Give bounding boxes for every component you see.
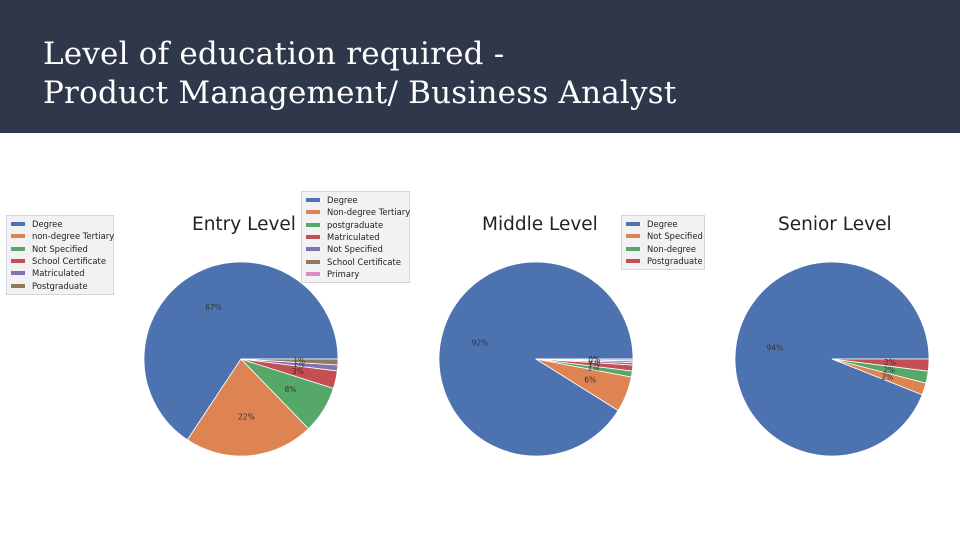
legend-item-school-certificate: School Certificate <box>306 255 404 267</box>
legend-swatch <box>626 234 640 239</box>
middle-chart-title: Middle Level <box>482 214 598 235</box>
legend-item-not-specified: Not Specified <box>306 243 404 255</box>
slice-label-non-degree-tertiary: 6% <box>584 376 596 385</box>
slice-label-postgraduate: 2% <box>884 358 896 367</box>
slice-label-postgraduate: 1% <box>293 356 305 365</box>
slice-label-degree: 67% <box>205 303 222 312</box>
entry-chart-title: Entry Level <box>192 214 296 235</box>
legend-swatch <box>306 235 320 240</box>
senior-legend: Degree Not Specified Non-degree Postgraduat… <box>621 215 705 271</box>
legend-item-postgraduate: postgraduate <box>306 219 404 231</box>
legend-swatch <box>11 259 25 264</box>
legend-label: Matriculated <box>327 232 380 243</box>
legend-label: Non-degree <box>647 243 697 254</box>
legend-swatch <box>306 198 320 203</box>
legend-swatch <box>626 246 640 251</box>
legend-item-postgraduate: Postgraduate <box>626 255 703 267</box>
senior-chart-title: Senior Level <box>778 214 892 235</box>
legend-label: Degree <box>647 219 678 230</box>
legend-item-matriculated: Matriculated <box>306 231 404 243</box>
legend-label: Not Specified <box>647 231 703 242</box>
legend-label: Non-degree Tertiary <box>327 207 411 218</box>
legend-swatch <box>306 210 320 215</box>
slice-label-primary: 0% <box>588 355 600 364</box>
legend-swatch <box>626 222 640 227</box>
legend-item-primary: Primary <box>306 268 404 280</box>
legend-label: School Certificate <box>32 256 106 267</box>
legend-item-degree: Degree <box>11 218 108 230</box>
legend-label: Postgraduate <box>32 280 88 291</box>
legend-swatch <box>11 234 25 239</box>
legend-swatch <box>306 271 320 276</box>
slice-label-degree: 92% <box>472 338 489 347</box>
legend-swatch <box>11 271 25 276</box>
middle-level-pie: 92%6%1%1%0%0%0% <box>438 261 634 457</box>
slide-title-line-1: Level of education required - <box>43 36 505 72</box>
legend-swatch <box>11 222 25 227</box>
legend-swatch <box>11 283 25 288</box>
legend-item-non-degree-tertiary: Non-degree Tertiary <box>306 206 410 218</box>
legend-item-degree: Degree <box>306 194 404 206</box>
legend-label: Degree <box>32 219 63 230</box>
title-bar: Level of education required - Product Ma… <box>0 0 960 133</box>
legend-label: Primary <box>327 268 360 279</box>
legend-swatch <box>11 246 25 251</box>
legend-item-matriculated: Matriculated <box>11 267 108 279</box>
senior-level-pie: 94%2%2%2% <box>734 261 930 457</box>
middle-legend: Degree Non-degree Tertiary postgraduate Mat… <box>301 191 410 284</box>
legend-label: Not Specified <box>327 244 383 255</box>
slice-label-degree: 94% <box>766 344 783 353</box>
legend-item-not-specified: Not Specified <box>626 230 703 242</box>
legend-swatch <box>306 247 320 252</box>
legend-item-non-degree: Non-degree <box>626 243 699 255</box>
slice-label-not-specified: 8% <box>285 385 297 394</box>
legend-label: Not Specified <box>32 243 88 254</box>
entry-level-pie: 67%22%8%3%1%1% <box>143 261 339 457</box>
legend-swatch <box>626 259 640 264</box>
legend-label: Matriculated <box>32 268 85 279</box>
legend-swatch <box>306 259 320 264</box>
entry-legend: Degree non-degree Tertiary Not Specified Sc… <box>6 215 114 295</box>
slice-label-non-degree-tertiary: 22% <box>238 412 255 421</box>
legend-item-degree: Degree <box>626 218 699 230</box>
legend-item-school-certificate: School Certificate <box>11 255 108 267</box>
legend-label: Degree <box>327 195 358 206</box>
legend-swatch <box>306 222 320 227</box>
slide-title-line-2: Product Management/ Business Analyst <box>43 75 677 111</box>
legend-label: School Certificate <box>327 256 401 267</box>
legend-label: Postgraduate <box>647 256 703 267</box>
legend-item-non-degree-tertiary: non-degree Tertiary <box>11 230 114 242</box>
legend-label: non-degree Tertiary <box>32 231 115 242</box>
legend-item-not-specified: Not Specified <box>11 243 108 255</box>
legend-item-postgraduate: Postgraduate <box>11 279 108 291</box>
legend-label: postgraduate <box>327 219 384 230</box>
